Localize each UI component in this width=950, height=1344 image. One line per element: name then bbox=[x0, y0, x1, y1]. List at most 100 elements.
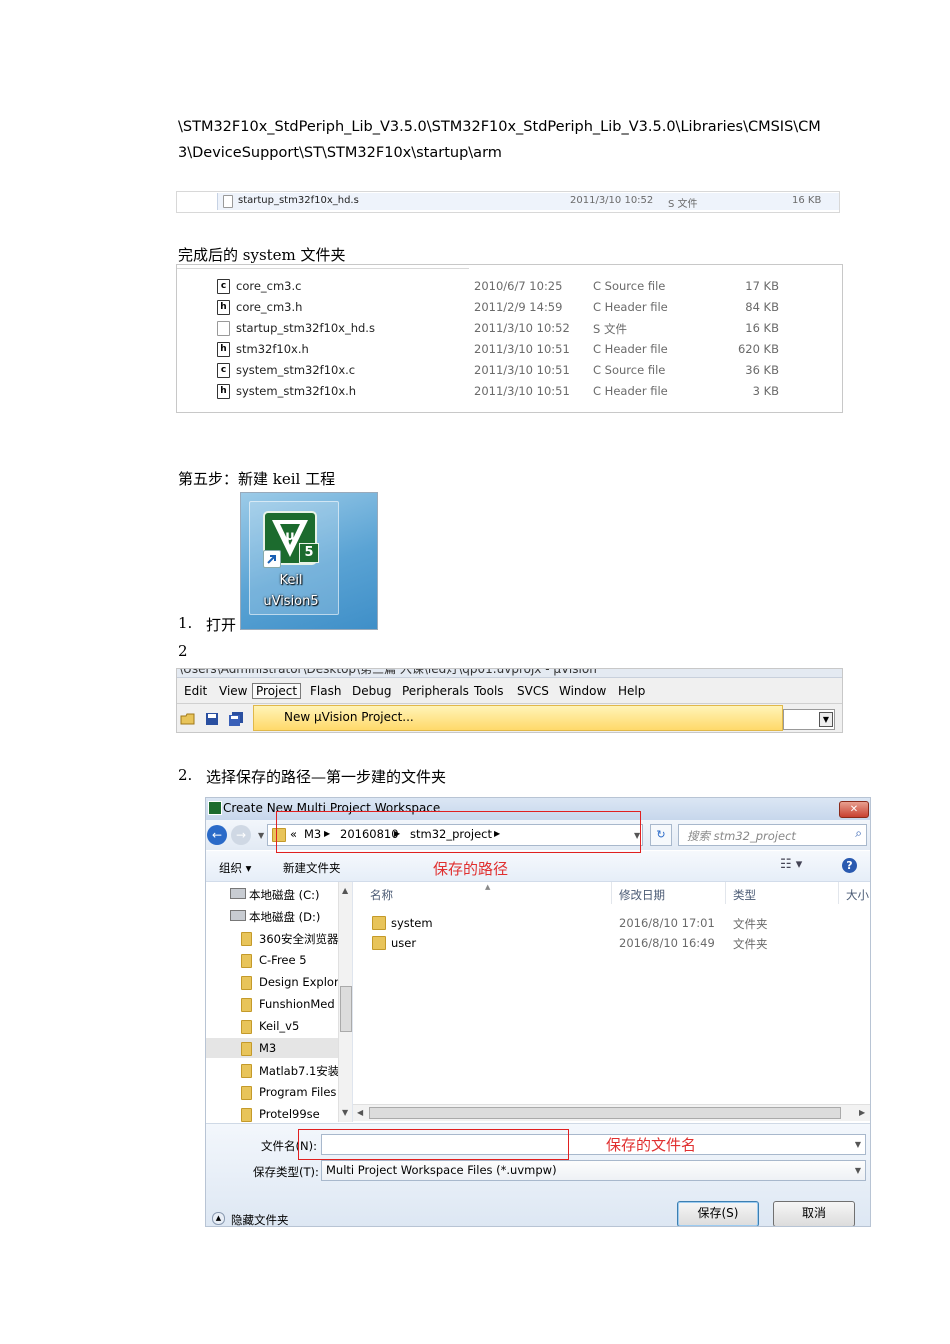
hide-folders-toggle[interactable]: 隐藏文件夹 bbox=[231, 1212, 289, 1226]
file-size: 84 KB bbox=[745, 300, 779, 314]
open-icon[interactable] bbox=[180, 711, 196, 730]
nav-item[interactable]: 本地磁盘 (C:) bbox=[206, 884, 338, 904]
nav-item[interactable]: Protel99se bbox=[206, 1104, 338, 1124]
file-size: 620 KB bbox=[737, 342, 779, 356]
forward-button[interactable]: → bbox=[231, 825, 251, 845]
refresh-icon[interactable]: ↻ bbox=[650, 824, 672, 846]
file-date: 2011/3/10 10:51 bbox=[474, 363, 570, 377]
file-date: 2011/3/10 10:52 bbox=[570, 195, 654, 206]
file-list: 名称 修改日期 类型 大小 ▲ system 2016/8/10 17:01 文件夹 use… bbox=[353, 882, 870, 1122]
nav-scrollbar[interactable]: ▲ ▼ bbox=[338, 882, 352, 1122]
nav-item[interactable]: FunshionMed bbox=[206, 994, 338, 1014]
nav-item[interactable]: C-Free 5 bbox=[206, 950, 338, 970]
step1-number: 1. bbox=[178, 614, 193, 632]
new-uvision-project-menu-item[interactable]: New µVision Project... bbox=[253, 705, 783, 731]
file-row[interactable]: c system_stm32f10x.c 2011/3/10 10:51 C Sour… bbox=[177, 360, 842, 381]
new-folder-button[interactable]: 新建文件夹 bbox=[283, 860, 341, 876]
icon-label-line2: uVision5 bbox=[263, 594, 319, 609]
column-header[interactable]: 类型 bbox=[733, 887, 756, 903]
nav-item[interactable]: Design Explor bbox=[206, 972, 338, 992]
c-header-file-icon: h bbox=[217, 342, 230, 357]
menu-flash[interactable]: Flash bbox=[310, 684, 341, 698]
collapse-icon[interactable]: ▲ bbox=[212, 1212, 225, 1225]
history-dropdown-icon[interactable]: ▼ bbox=[258, 831, 264, 840]
view-options-icon[interactable]: ☷ ▾ bbox=[780, 857, 802, 872]
menu-view[interactable]: View bbox=[219, 684, 247, 698]
menu-help[interactable]: Help bbox=[618, 684, 645, 698]
keil-uvision5-shortcut[interactable]: µ 5 Keil uVision5 bbox=[240, 492, 378, 630]
file-name: core_cm3.h bbox=[236, 300, 303, 314]
file-icon bbox=[223, 195, 233, 208]
menu-debug[interactable]: Debug bbox=[352, 684, 391, 698]
organize-menu[interactable]: 组织 ▾ bbox=[219, 860, 251, 876]
folder-date: 2016/8/10 17:01 bbox=[619, 916, 715, 930]
nav-item[interactable]: 本地磁盘 (D:) bbox=[206, 906, 338, 926]
startup-file-screenshot: startup_stm32f10x_hd.s 2011/3/10 10:52 S… bbox=[176, 191, 840, 213]
step1-text: 打开 bbox=[206, 616, 237, 634]
drive-icon bbox=[230, 910, 246, 921]
file-date: 2011/3/10 10:51 bbox=[474, 342, 570, 356]
file-row[interactable]: h core_cm3.h 2011/2/9 14:59 C Header file 84… bbox=[177, 297, 842, 318]
folder-icon bbox=[241, 954, 252, 968]
nav-item[interactable]: Keil_v5 bbox=[206, 1016, 338, 1036]
menu-peripherals[interactable]: Peripherals bbox=[402, 684, 469, 698]
save-all-icon[interactable] bbox=[228, 711, 244, 730]
folder-icon bbox=[241, 1064, 252, 1078]
step2-number: 2. bbox=[178, 766, 193, 784]
filename-dropdown-icon[interactable]: ▼ bbox=[855, 1140, 861, 1149]
nav-item-label: C-Free 5 bbox=[259, 953, 307, 967]
column-header[interactable]: 名称 bbox=[370, 887, 393, 903]
file-date: 2010/6/7 10:25 bbox=[474, 279, 563, 293]
version-badge: 5 bbox=[299, 543, 319, 563]
save-icon[interactable] bbox=[205, 711, 219, 730]
file-size: 16 KB bbox=[745, 321, 779, 335]
file-date: 2011/3/10 10:51 bbox=[474, 384, 570, 398]
target-dropdown[interactable]: ▼ bbox=[783, 709, 835, 730]
menu-window[interactable]: Window bbox=[559, 684, 606, 698]
nav-item-label: Program Files bbox=[259, 1085, 337, 1099]
system-folder-screenshot: c core_cm3.c 2010/6/7 10:25 C Source file 17… bbox=[176, 264, 843, 413]
menu-project[interactable]: Project bbox=[252, 683, 302, 699]
column-header[interactable]: 大小 bbox=[846, 887, 869, 903]
menu-svcs[interactable]: SVCS bbox=[517, 684, 549, 698]
back-button[interactable]: ← bbox=[207, 825, 227, 845]
horizontal-scrollbar[interactable]: ◀ ▶ bbox=[353, 1104, 870, 1121]
folder-row[interactable]: system 2016/8/10 17:01 文件夹 bbox=[353, 914, 870, 932]
close-button[interactable]: ✕ bbox=[839, 801, 869, 818]
nav-item-label: FunshionMed bbox=[259, 997, 335, 1011]
folder-row[interactable]: user 2016/8/10 16:49 文件夹 bbox=[353, 934, 870, 952]
nav-item[interactable]: Program Files bbox=[206, 1082, 338, 1102]
file-row[interactable]: startup_stm32f10x_hd.s 2011/3/10 10:52 S 文… bbox=[177, 318, 842, 339]
system-folder-heading: 完成后的 system 文件夹 bbox=[178, 246, 346, 264]
help-icon[interactable]: ? bbox=[842, 858, 857, 873]
svg-text:µ: µ bbox=[285, 529, 295, 544]
icon-label-line1: Keil bbox=[279, 573, 303, 588]
nav-item[interactable]: M3 bbox=[206, 1038, 338, 1058]
nav-item[interactable]: 360安全浏览器 bbox=[206, 928, 338, 948]
file-row[interactable]: h stm32f10x.h 2011/3/10 10:51 C Header file… bbox=[177, 339, 842, 360]
file-size: 3 KB bbox=[752, 384, 779, 398]
file-name: system_stm32f10x.h bbox=[236, 384, 357, 398]
cancel-button[interactable]: 取消 bbox=[773, 1201, 855, 1226]
folder-type: 文件夹 bbox=[733, 937, 768, 951]
folder-icon bbox=[241, 1042, 252, 1056]
file-row[interactable]: c core_cm3.c 2010/6/7 10:25 C Source file 17… bbox=[177, 276, 842, 297]
save-button[interactable]: 保存(S) bbox=[677, 1201, 759, 1226]
filetype-select[interactable]: Multi Project Workspace Files (*.uvmpw) … bbox=[321, 1160, 866, 1181]
file-row[interactable]: h system_stm32f10x.h 2011/3/10 10:51 C Head… bbox=[177, 381, 842, 402]
file-type: C Source file bbox=[593, 279, 666, 293]
search-input[interactable]: 搜索 stm32_project ⌕ bbox=[678, 824, 867, 846]
app-icon bbox=[208, 801, 222, 815]
menu-tools[interactable]: Tools bbox=[474, 684, 504, 698]
search-icon: ⌕ bbox=[855, 826, 862, 840]
menu-edit[interactable]: Edit bbox=[184, 684, 207, 698]
nav-item-label: 本地磁盘 (C:) bbox=[249, 888, 320, 902]
folder-icon bbox=[372, 916, 386, 930]
file-type: C Source file bbox=[593, 363, 666, 377]
file-name: startup_stm32f10x_hd.s bbox=[236, 321, 375, 335]
window-title: \Users\Administrator\Desktop\第三篇 入课\led灯… bbox=[179, 668, 597, 676]
nav-item[interactable]: Matlab7.1安装 bbox=[206, 1060, 338, 1080]
nav-item-label: Matlab7.1安装 bbox=[259, 1064, 338, 1078]
path-annotation-label: 保存的路径 bbox=[433, 860, 509, 878]
column-header[interactable]: 修改日期 bbox=[619, 887, 665, 903]
